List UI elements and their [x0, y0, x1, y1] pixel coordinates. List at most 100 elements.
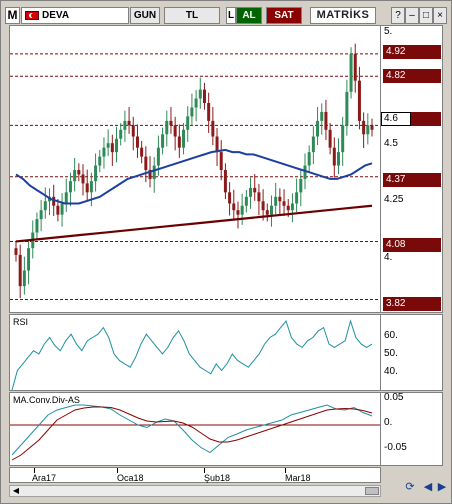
symbol-label: DEVA: [42, 10, 70, 21]
candle-body: [353, 53, 357, 81]
candle-body: [81, 174, 85, 184]
price-tick: 5.: [384, 26, 393, 37]
rsi-line: [11, 319, 373, 390]
candle-body: [68, 181, 72, 193]
candle-body: [77, 170, 81, 175]
candle-body: [282, 201, 286, 206]
candle-body: [194, 98, 198, 108]
candle-body: [232, 203, 236, 211]
candle-body: [236, 210, 240, 215]
brand-logo: MATRİKS: [310, 7, 376, 24]
candle-body: [362, 120, 366, 135]
currency-selector[interactable]: TL: [164, 7, 220, 24]
current-price: 4.6: [381, 112, 411, 126]
candle-body: [152, 165, 156, 179]
date-label: Oca18: [117, 473, 144, 483]
macd-tick: 0.: [384, 417, 393, 428]
candle-body: [190, 107, 194, 117]
macd-tick: -0.05: [384, 442, 407, 453]
candle-body: [177, 136, 181, 148]
candle-body: [316, 120, 320, 137]
chart-window: M DEVA GUN TL L AL SAT MATRİKS ? – □ × 5…: [0, 0, 452, 504]
symbol-selector[interactable]: DEVA: [21, 7, 129, 24]
candle-body: [198, 89, 202, 99]
rsi-tick: 60.: [384, 330, 398, 341]
sell-button[interactable]: SAT: [266, 7, 302, 24]
candle-body: [115, 138, 119, 153]
scroll-thumb[interactable]: [365, 487, 379, 495]
candle-body: [98, 156, 102, 166]
candle-body: [202, 89, 206, 103]
candle-body: [123, 120, 127, 130]
back-arrow-icon[interactable]: ◀: [421, 479, 435, 495]
buy-button[interactable]: AL: [236, 7, 262, 24]
candle-body: [336, 152, 340, 166]
candle-body: [161, 134, 165, 148]
horizontal-scrollbar[interactable]: ◀: [9, 485, 381, 497]
candle-body: [127, 120, 131, 126]
candle-body: [253, 187, 257, 193]
candle-body: [94, 165, 98, 182]
candle-body: [349, 53, 353, 92]
candle-body: [357, 80, 361, 121]
refresh-icon[interactable]: ⟳: [403, 479, 417, 495]
rsi-panel[interactable]: RSI: [9, 314, 381, 391]
candle-body: [119, 129, 123, 139]
candle-body: [286, 205, 290, 211]
candle-body: [110, 143, 114, 153]
macd-panel[interactable]: MA.Conv.Div-AS: [9, 392, 381, 466]
candle-body: [307, 152, 311, 166]
candle-body: [324, 111, 328, 130]
rsi-tick: 50.: [384, 348, 398, 359]
price-chart: [10, 43, 380, 301]
price-tag: 4.08: [383, 238, 441, 252]
candle-body: [211, 120, 215, 137]
candle-body: [223, 170, 227, 193]
price-chart-panel[interactable]: [9, 25, 381, 313]
candle-body: [18, 254, 22, 287]
candle-body: [102, 147, 106, 157]
candle-body: [43, 201, 47, 211]
candle-body: [295, 192, 299, 204]
price-tick: 4.5: [384, 138, 398, 149]
candle-body: [22, 270, 26, 287]
candle-body: [135, 136, 139, 148]
date-label: Mar18: [285, 473, 311, 483]
candle-body: [173, 125, 177, 137]
candle-body: [144, 156, 148, 170]
candle-body: [140, 147, 144, 157]
forward-arrow-icon[interactable]: ▶: [435, 479, 449, 495]
price-tag: 4.82: [383, 69, 441, 83]
candle-body: [169, 120, 173, 126]
maximize-button[interactable]: □: [419, 7, 433, 24]
period-selector[interactable]: GUN: [130, 7, 160, 24]
price-tag: 4.37: [383, 173, 441, 187]
help-button[interactable]: ?: [391, 7, 405, 24]
moving-average-long-line: [15, 204, 373, 243]
minimize-button[interactable]: –: [405, 7, 419, 24]
moving-average-short-line: [15, 148, 373, 205]
close-button[interactable]: ×: [433, 7, 447, 24]
candle-body: [27, 248, 31, 271]
candle-body: [265, 210, 269, 215]
candle-body: [89, 181, 93, 193]
candle-body: [341, 125, 345, 153]
candle-body: [85, 183, 89, 193]
candle-body: [244, 196, 248, 206]
candle-body: [311, 136, 315, 153]
partial-label: L: [226, 7, 236, 24]
candle-body: [332, 147, 336, 166]
scroll-left-icon[interactable]: ◀: [10, 486, 22, 496]
candle-body: [56, 205, 60, 215]
rsi-tick: 40.: [384, 366, 398, 377]
candle-body: [106, 143, 110, 148]
candle-body: [299, 178, 303, 193]
candle-body: [370, 125, 374, 130]
candle-body: [60, 203, 64, 215]
candle-body: [228, 192, 232, 204]
candle-body: [249, 187, 253, 197]
candle-body: [182, 129, 186, 148]
candle-body: [269, 205, 273, 215]
candle-body: [257, 192, 261, 202]
price-tick: 4.: [384, 252, 393, 263]
